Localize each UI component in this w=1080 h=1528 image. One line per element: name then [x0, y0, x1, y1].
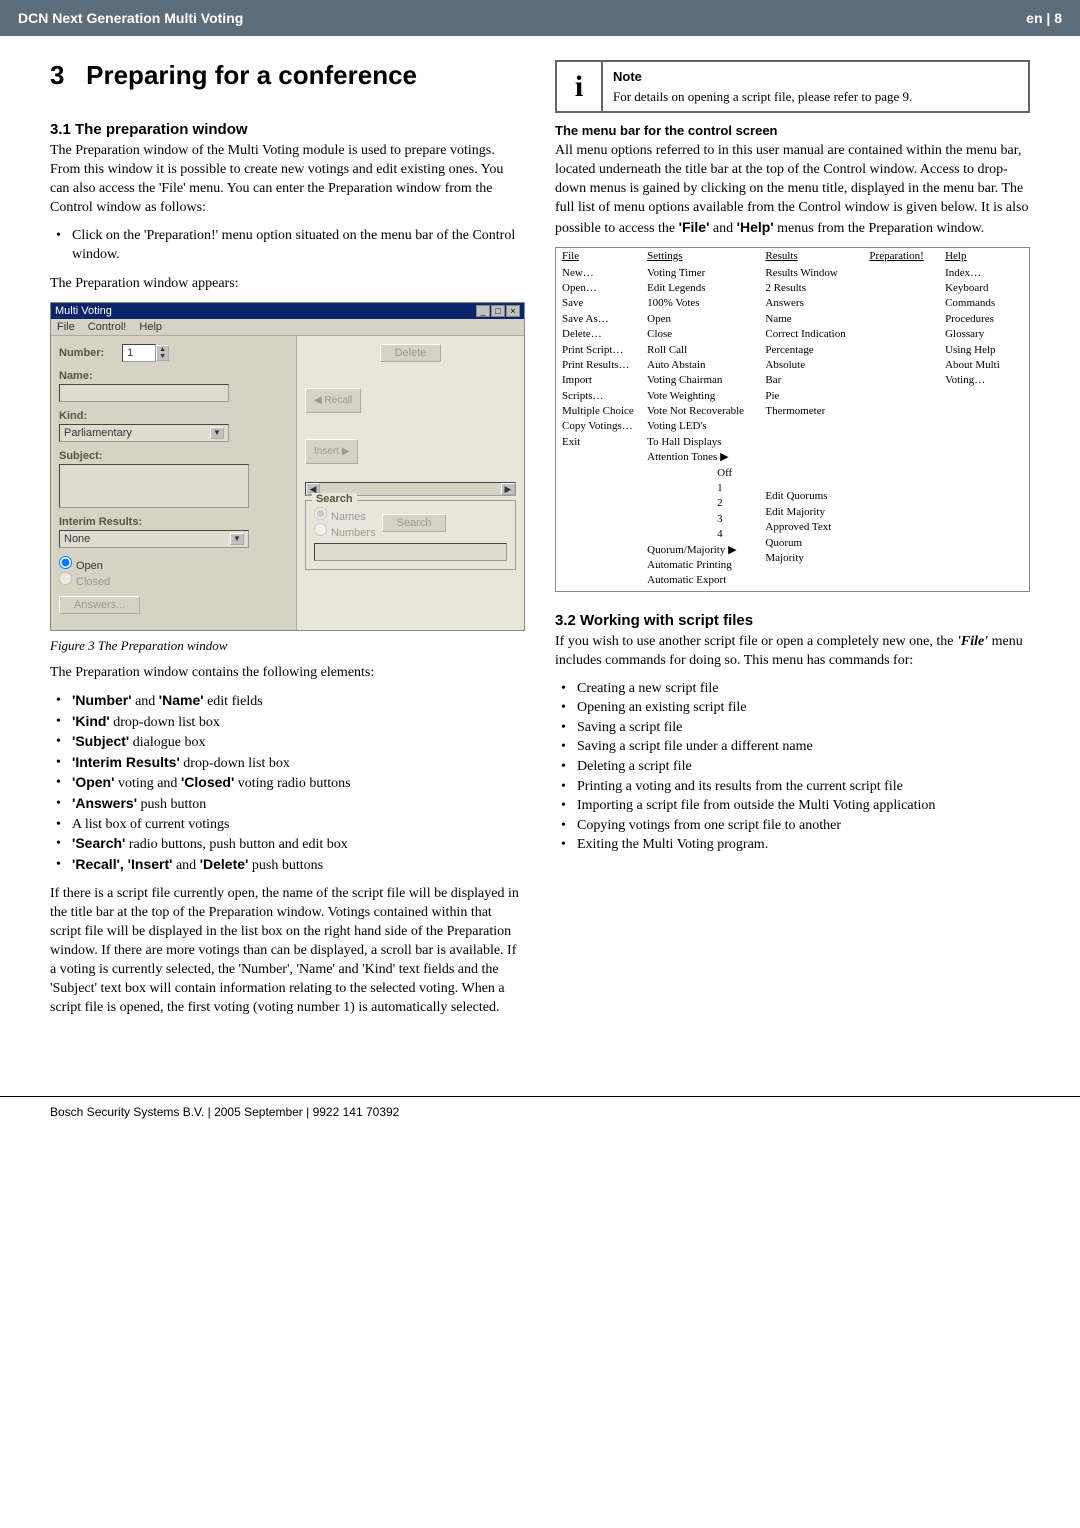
list-item: Exiting the Multi Voting program. — [555, 835, 1030, 855]
section-3-2-heading: 3.2 Working with script files — [555, 612, 1030, 629]
s32-list: Creating a new script file Opening an ex… — [555, 679, 1030, 855]
th-file: File — [562, 250, 579, 262]
list-item: 'Answers' push button — [50, 794, 525, 815]
close-icon[interactable]: × — [506, 305, 520, 317]
preparation-window-screenshot: Multi Voting _□× File Control! Help Numb… — [50, 302, 525, 631]
th-preparation: Preparation! — [869, 250, 923, 262]
recall-button[interactable]: ◀ Recall — [305, 388, 361, 413]
list-item: 'Open' voting and 'Closed' voting radio … — [50, 773, 525, 794]
s31-para2: The Preparation window appears: — [50, 275, 525, 294]
radio-numbers[interactable]: Numbers — [314, 527, 376, 539]
results-menu-items: Results Window2 ResultsAnswersNameCorrec… — [759, 264, 863, 591]
list-item: Importing a script file from outside the… — [555, 796, 1030, 816]
header-title-left: DCN Next Generation Multi Voting — [18, 10, 243, 26]
maximize-icon[interactable]: □ — [491, 305, 505, 317]
page-footer: Bosch Security Systems B.V. | 2005 Septe… — [0, 1105, 1080, 1149]
s32-para: If you wish to use another script file o… — [555, 633, 1030, 671]
radio-closed[interactable]: Closed — [59, 576, 110, 588]
list-item: Saving a script file — [555, 718, 1030, 738]
list-item: Creating a new script file — [555, 679, 1030, 699]
answers-button[interactable]: Answers... — [59, 596, 140, 614]
radio-names[interactable]: Names — [314, 511, 366, 523]
settings-menu-items: Voting TimerEdit Legends100% VotesOpenCl… — [641, 264, 759, 591]
note-title: Note — [613, 68, 912, 86]
elements-intro: The Preparation window contains the foll… — [50, 664, 525, 683]
list-item: 'Search' radio buttons, push button and … — [50, 834, 525, 855]
number-field[interactable]: 1 — [122, 344, 156, 362]
search-group: Search Names Numbers Search — [305, 500, 516, 570]
file-menu-items: New…Open…SaveSave As…Delete…Print Script… — [556, 264, 641, 591]
figure-caption: Figure 3 The Preparation window — [50, 637, 525, 655]
label-name: Name: — [59, 370, 288, 382]
search-input[interactable] — [314, 543, 507, 561]
chapter-heading: 3 Preparing for a conference — [50, 60, 525, 91]
header-title-right: en | 8 — [1026, 10, 1062, 26]
note-box: i Note For details on opening a script f… — [555, 60, 1030, 113]
name-field[interactable] — [59, 384, 229, 402]
th-settings: Settings — [647, 250, 682, 262]
window-menubar: File Control! Help — [51, 319, 524, 336]
chapter-number: 3 — [50, 60, 64, 90]
radio-closed-input[interactable] — [59, 572, 72, 585]
label-number: Number: — [59, 347, 119, 359]
window-buttons: _□× — [475, 305, 520, 317]
list-item: 'Number' and 'Name' edit fields — [50, 691, 525, 712]
menubar-para: All menu options referred to in this use… — [555, 142, 1030, 238]
radio-open-input[interactable] — [59, 556, 72, 569]
interim-value: None — [64, 533, 90, 545]
info-icon: i — [557, 62, 603, 111]
dropdown-arrow-icon[interactable]: ▼ — [210, 427, 224, 439]
search-button[interactable]: Search — [382, 514, 447, 532]
subject-field[interactable] — [59, 464, 249, 508]
delete-button[interactable]: Delete — [380, 344, 442, 362]
help-menu-items: Index…KeyboardCommandsProceduresGlossary… — [939, 264, 1029, 591]
window-titlebar: Multi Voting _□× — [51, 303, 524, 319]
list-item: Opening an existing script file — [555, 698, 1030, 718]
list-item: 'Subject' dialogue box — [50, 732, 525, 753]
search-legend: Search — [312, 493, 357, 505]
label-kind: Kind: — [59, 410, 119, 422]
minimize-icon[interactable]: _ — [476, 305, 490, 317]
note-body: For details on opening a script file, pl… — [613, 89, 912, 104]
right-column: i Note For details on opening a script f… — [555, 60, 1030, 1026]
menu-options-table: File Settings Results Preparation! Help … — [555, 247, 1030, 592]
s31-para1: The Preparation window of the Multi Voti… — [50, 142, 525, 218]
list-item: A list box of current votings — [50, 815, 525, 835]
section-3-1-heading: 3.1 The preparation window — [50, 121, 525, 138]
list-item: 'Kind' drop-down list box — [50, 712, 525, 733]
left-column: 3 Preparing for a conference 3.1 The pre… — [50, 60, 525, 1026]
list-item: Saving a script file under a different n… — [555, 737, 1030, 757]
page-header: DCN Next Generation Multi Voting en | 8 — [0, 0, 1080, 36]
label-interim: Interim Results: — [59, 516, 288, 528]
window-title: Multi Voting — [55, 305, 112, 317]
menubar-heading: The menu bar for the control screen — [555, 123, 1030, 138]
chapter-title: Preparing for a conference — [86, 60, 417, 90]
kind-value: Parliamentary — [64, 427, 132, 439]
menu-file[interactable]: File — [57, 321, 75, 333]
kind-dropdown[interactable]: Parliamentary ▼ — [59, 424, 229, 442]
scroll-right-icon[interactable]: ▶ — [501, 483, 515, 495]
th-results: Results — [765, 250, 797, 262]
menu-help[interactable]: Help — [139, 321, 162, 333]
list-item: 'Interim Results' drop-down list box — [50, 753, 525, 774]
list-item: Deleting a script file — [555, 757, 1030, 777]
insert-button[interactable]: Insert ▶ — [305, 439, 358, 464]
list-item: Copying votings from one script file to … — [555, 816, 1030, 836]
elements-list: 'Number' and 'Name' edit fields 'Kind' d… — [50, 691, 525, 875]
list-item: 'Recall', 'Insert' and 'Delete' push but… — [50, 855, 525, 876]
spinner-arrows-icon[interactable]: ▲▼ — [156, 345, 169, 361]
radio-open[interactable]: Open — [59, 560, 103, 572]
footer-divider — [0, 1096, 1080, 1097]
interim-dropdown[interactable]: None ▼ — [59, 530, 249, 548]
label-subject: Subject: — [59, 450, 288, 462]
s31-tail: If there is a script file currently open… — [50, 885, 525, 1017]
menu-control[interactable]: Control! — [88, 321, 127, 333]
s31-bullet: Click on the 'Preparation!' menu option … — [50, 226, 525, 265]
dropdown-arrow-icon[interactable]: ▼ — [230, 533, 244, 545]
list-item: Printing a voting and its results from t… — [555, 777, 1030, 797]
th-help: Help — [945, 250, 966, 262]
preparation-menu-items — [863, 264, 939, 591]
